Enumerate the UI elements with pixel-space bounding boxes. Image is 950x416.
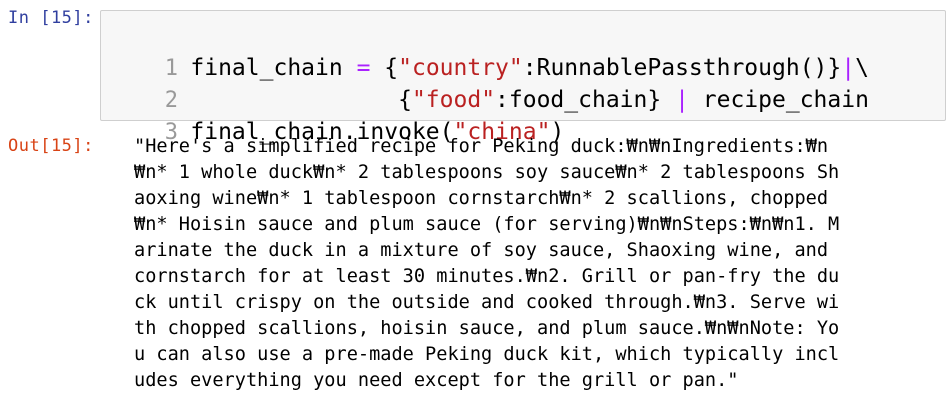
output-line: udes everything you need except for the … [134,370,739,391]
input-prompt: In [15]: [8,8,94,28]
output-line: u can also use a pre-made Peking duck ki… [134,344,840,365]
code-line-1[interactable]: 1 final_chain = {"country":RunnablePassth… [101,20,869,81]
output-prompt: Out[15]: [8,136,94,156]
output-area: "Here's a simplified recipe for Peking d… [134,134,924,394]
code-line-2[interactable]: 2 {"food":food_chain} | recipe_chain [101,52,869,113]
output-line: arinate the duck in a mixture of soy sau… [134,240,829,261]
output-line: "Here's a simplified recipe for Peking d… [134,136,829,157]
code-line-3[interactable]: 3 final_chain.invoke("china") [101,84,565,145]
output-line: th chopped scallions, hoisin sauce, and … [134,318,840,339]
code-input-cell[interactable]: 1 final_chain = {"country":RunnablePassth… [100,10,946,145]
output-line: ₩n* Hoisin sauce and plum sauce (for ser… [134,214,840,235]
output-line: ck until crispy on the outside and cooke… [134,292,840,313]
output-line: cornstarch for at least 30 minutes.₩n2. … [134,266,840,287]
pipe-operator: | [675,87,689,113]
output-line: ₩n* 1 whole duck₩n* 2 tablespoons soy sa… [134,162,840,183]
output-line: aoxing wine₩n* 1 tablespoon cornstarch₩n… [134,188,829,209]
